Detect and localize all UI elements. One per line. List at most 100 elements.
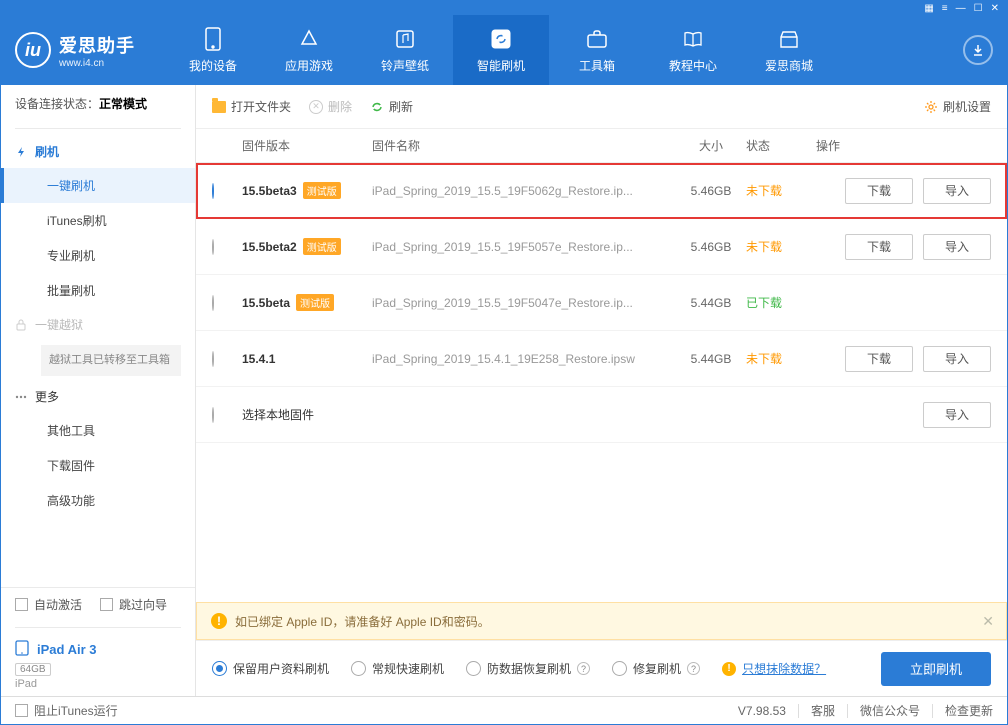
download-icon	[971, 43, 985, 57]
table-header: 固件版本 固件名称 大小 状态 操作	[196, 129, 1007, 163]
refresh-button[interactable]: 刷新	[370, 98, 413, 115]
toolbox-icon	[585, 27, 609, 51]
refresh-icon	[489, 27, 513, 51]
firmware-size: 5.44GB	[676, 352, 746, 366]
delete-icon: ✕	[309, 100, 323, 114]
beta-tag: 测试版	[303, 182, 341, 199]
titlebar-grid-icon[interactable]: ▦	[924, 3, 933, 14]
sidebar-item-batch-flash[interactable]: 批量刷机	[1, 273, 195, 308]
main-nav: 我的设备 应用游戏 铃声壁纸 智能刷机 工具箱 教程中心 爱思商城	[165, 15, 963, 85]
firmware-name: iPad_Spring_2019_15.5_19F5047e_Restore.i…	[372, 296, 676, 310]
block-itunes-checkbox[interactable]	[15, 704, 28, 717]
nav-tutorial[interactable]: 教程中心	[645, 15, 741, 85]
nav-store[interactable]: 爱思商城	[741, 15, 837, 85]
toolbar: 打开文件夹 ✕ 删除 刷新 刷机设置	[196, 85, 1007, 129]
auto-activate-checkbox[interactable]	[15, 598, 28, 611]
device-info[interactable]: iPad Air 3 64GB iPad	[1, 634, 195, 696]
notice-close-button[interactable]: ✕	[982, 613, 994, 630]
radio-icon	[351, 661, 366, 676]
firmware-size: 5.44GB	[676, 296, 746, 310]
firmware-version: 15.5beta2测试版	[242, 238, 372, 255]
sidebar-section-more[interactable]: 更多	[1, 380, 195, 413]
device-type: iPad	[15, 678, 181, 690]
connection-status: 设备连接状态：正常模式	[1, 85, 195, 122]
header: iu 爱思助手 www.i4.cn 我的设备 应用游戏 铃声壁纸 智能刷机 工具…	[1, 15, 1007, 85]
apple-id-notice: ! 如已绑定 Apple ID，请准备好 Apple ID和密码。 ✕	[196, 602, 1007, 640]
sidebar-item-other-tools[interactable]: 其他工具	[1, 413, 195, 448]
maximize-icon[interactable]: ☐	[974, 3, 983, 14]
firmware-status: 未下载	[746, 182, 816, 199]
sidebar-item-pro-flash[interactable]: 专业刷机	[1, 238, 195, 273]
sidebar-item-advanced[interactable]: 高级功能	[1, 483, 195, 518]
refresh-icon	[370, 100, 384, 114]
radio-icon[interactable]	[212, 295, 214, 311]
firmware-row[interactable]: 15.4.1 iPad_Spring_2019_15.4.1_19E258_Re…	[196, 331, 1007, 387]
firmware-version: 15.5beta3测试版	[242, 182, 372, 199]
start-flash-button[interactable]: 立即刷机	[881, 652, 991, 686]
firmware-row-local[interactable]: 选择本地固件 导入	[196, 387, 1007, 443]
import-button[interactable]: 导入	[923, 178, 991, 204]
help-icon[interactable]: ?	[577, 662, 590, 675]
auto-activate-label: 自动激活	[34, 596, 82, 613]
flash-opt-anti-recovery[interactable]: 防数据恢复刷机 ?	[466, 660, 590, 677]
flash-section-icon	[15, 146, 27, 158]
app-domain: www.i4.cn	[59, 58, 135, 69]
skip-guide-checkbox[interactable]	[100, 598, 113, 611]
support-link[interactable]: 客服	[811, 702, 835, 719]
firmware-size: 5.46GB	[676, 240, 746, 254]
import-button[interactable]: 导入	[923, 234, 991, 260]
close-icon[interactable]: ✕	[991, 3, 999, 14]
nav-toolbox[interactable]: 工具箱	[549, 15, 645, 85]
firmware-row[interactable]: 15.5beta3测试版 iPad_Spring_2019_15.5_19F50…	[196, 163, 1007, 219]
nav-ringtone[interactable]: 铃声壁纸	[357, 15, 453, 85]
firmware-name: iPad_Spring_2019_15.5_19F5057e_Restore.i…	[372, 240, 676, 254]
download-manager-button[interactable]	[963, 35, 993, 65]
flash-opt-keep-data[interactable]: 保留用户资料刷机	[212, 660, 329, 677]
firmware-row[interactable]: 15.5beta测试版 iPad_Spring_2019_15.5_19F504…	[196, 275, 1007, 331]
firmware-row[interactable]: 15.5beta2测试版 iPad_Spring_2019_15.5_19F50…	[196, 219, 1007, 275]
firmware-name: iPad_Spring_2019_15.4.1_19E258_Restore.i…	[372, 352, 676, 366]
nav-flash[interactable]: 智能刷机	[453, 15, 549, 85]
nav-apps[interactable]: 应用游戏	[261, 15, 357, 85]
logo-icon: iu	[15, 32, 51, 68]
folder-icon	[212, 101, 226, 113]
download-button[interactable]: 下载	[845, 234, 913, 260]
download-button[interactable]: 下载	[845, 346, 913, 372]
sidebar-item-download-firmware[interactable]: 下载固件	[1, 448, 195, 483]
radio-icon[interactable]	[212, 183, 214, 199]
delete-button[interactable]: ✕ 删除	[309, 98, 352, 115]
warning-icon: !	[211, 613, 227, 629]
flash-settings-button[interactable]: 刷机设置	[924, 98, 991, 115]
minimize-icon[interactable]: —	[956, 3, 966, 14]
download-button[interactable]: 下载	[845, 178, 913, 204]
beta-tag: 测试版	[303, 238, 341, 255]
status-bar: 阻止iTunes运行 V7.98.53 客服 微信公众号 检查更新	[1, 696, 1007, 724]
ipad-icon	[15, 640, 29, 659]
block-itunes-label: 阻止iTunes运行	[34, 702, 118, 719]
more-icon	[15, 391, 27, 403]
nav-my-device[interactable]: 我的设备	[165, 15, 261, 85]
sidebar-section-flash[interactable]: 刷机	[1, 135, 195, 168]
sidebar-item-oneclick-flash[interactable]: 一键刷机	[1, 168, 195, 203]
firmware-size: 5.46GB	[676, 184, 746, 198]
flash-opt-quick[interactable]: 常规快速刷机	[351, 660, 444, 677]
radio-icon[interactable]	[212, 407, 214, 423]
help-icon[interactable]: ?	[687, 662, 700, 675]
radio-icon[interactable]	[212, 239, 214, 255]
radio-icon	[612, 661, 627, 676]
apps-icon	[297, 27, 321, 51]
flash-opt-repair[interactable]: 修复刷机 ?	[612, 660, 700, 677]
erase-data-link[interactable]: ! 只想抹除数据？	[722, 660, 826, 677]
check-update-link[interactable]: 检查更新	[945, 702, 993, 719]
lock-icon	[15, 319, 27, 331]
firmware-status: 已下载	[746, 294, 816, 311]
local-firmware-label: 选择本地固件	[242, 406, 372, 423]
import-button[interactable]: 导入	[923, 402, 991, 428]
device-icon	[201, 27, 225, 51]
open-folder-button[interactable]: 打开文件夹	[212, 98, 291, 115]
wechat-link[interactable]: 微信公众号	[860, 702, 920, 719]
titlebar-menu-icon[interactable]: ≡	[942, 3, 948, 14]
radio-icon[interactable]	[212, 351, 214, 367]
import-button[interactable]: 导入	[923, 346, 991, 372]
sidebar-item-itunes-flash[interactable]: iTunes刷机	[1, 203, 195, 238]
